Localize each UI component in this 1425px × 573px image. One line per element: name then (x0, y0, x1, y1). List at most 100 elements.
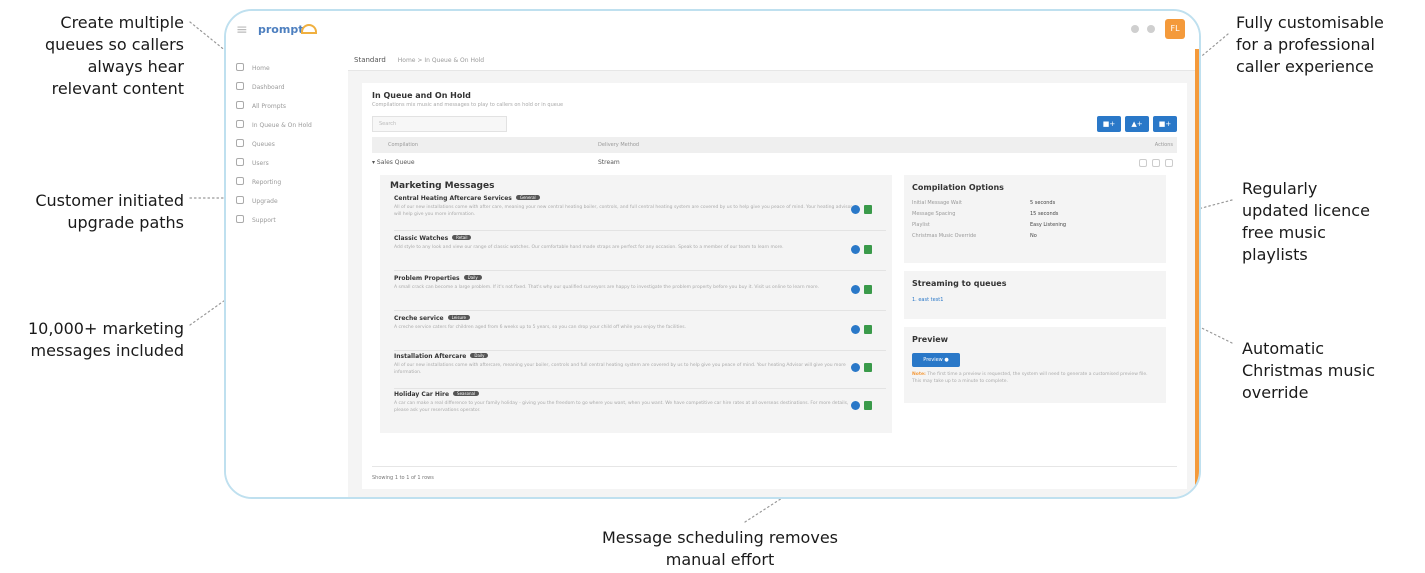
notifications-icon[interactable] (1131, 25, 1139, 33)
callout-fully-customisable: Fully customisable for a professional ca… (1236, 12, 1416, 78)
compilation-name[interactable]: ▾ Sales Queue (372, 155, 415, 171)
edit-message-icon[interactable] (851, 363, 860, 372)
edit-message-icon[interactable] (851, 401, 860, 410)
sidebar-item-in-queue[interactable]: In Queue & On Hold (236, 120, 312, 132)
sidebar-item-home[interactable]: Home (236, 63, 270, 75)
callout-line: caller experience (1236, 57, 1374, 76)
edit-message-icon[interactable] (851, 325, 860, 334)
schedule-icon[interactable] (864, 401, 872, 410)
hamburger-menu-icon[interactable]: ≡ (236, 22, 248, 38)
sidebar-item-label: Users (252, 160, 269, 167)
sidebar-item-all-prompts[interactable]: All Prompts (236, 101, 286, 113)
schedule-icon[interactable] (864, 245, 872, 254)
sidebar-item-users[interactable]: Users (236, 158, 269, 170)
app-window: ≡ prompt FL Home Dashboard All Prompts I… (224, 9, 1201, 499)
option-label: Message Spacing (912, 211, 956, 217)
callout-line: always hear (87, 57, 184, 76)
sidebar-item-support[interactable]: Support (236, 215, 276, 227)
message-description: A creche service caters for children age… (394, 325, 687, 330)
option-value[interactable]: Easy Listening (1030, 222, 1066, 228)
pagination-summary: Showing 1 to 1 of 1 rows (372, 475, 434, 481)
option-value[interactable]: No (1030, 233, 1037, 239)
support-icon (236, 215, 244, 223)
list-item: Holiday Car Hire Seasonal A car can make … (394, 391, 886, 427)
callout-upgrade-paths: Customer initiated upgrade paths (10, 190, 184, 234)
column-header-compilation[interactable]: Compilation (388, 137, 418, 153)
message-description: A car can make a real difference to your… (394, 401, 849, 413)
callout-line: messages included (30, 341, 184, 360)
search-input[interactable]: Search (372, 116, 507, 132)
sidebar-item-label: Upgrade (252, 198, 278, 205)
users-icon (236, 158, 244, 166)
avatar[interactable]: FL (1165, 19, 1185, 39)
sidebar-item-label: Reporting (252, 179, 282, 186)
preview-button[interactable]: Preview ● (912, 353, 960, 367)
message-tag: Retail (452, 235, 472, 240)
logo-sun-icon (301, 24, 318, 34)
schedule-icon[interactable] (864, 325, 872, 334)
sidebar-item-upgrade[interactable]: Upgrade (236, 196, 278, 208)
accent-edge (1195, 49, 1199, 497)
reporting-icon (236, 177, 244, 185)
top-bar: ≡ prompt FL (226, 11, 1199, 49)
add-folder-button[interactable]: ▲+ (1125, 116, 1149, 132)
schedule-icon[interactable] (864, 205, 872, 214)
logo: prompt (258, 23, 318, 36)
callout-line: 10,000+ marketing (28, 319, 184, 338)
sidebar-item-label: Support (252, 217, 276, 224)
preview-title: Preview (912, 335, 949, 344)
compilation-options-panel: Compilation Options Initial Message Wait… (904, 175, 1166, 263)
schedule-icon[interactable] (864, 285, 872, 294)
callout-line: for a professional (1236, 35, 1375, 54)
breadcrumb: Standard Home > In Queue & On Hold (348, 49, 1195, 71)
list-item: Central Heating Aftercare Services Genera… (394, 195, 886, 231)
message-title: Creche service (394, 315, 444, 322)
home-icon (236, 63, 244, 71)
table-row[interactable]: ▾ Sales Queue Stream (372, 155, 1177, 171)
settings-icon[interactable] (1165, 159, 1173, 167)
callout-line: playlists (1242, 245, 1308, 264)
stream-queue-link[interactable]: 1. east test1 (912, 297, 943, 303)
add-compilation-button[interactable]: ■+ (1097, 116, 1121, 132)
content-card: In Queue and On Hold Compilations mix mu… (362, 83, 1187, 489)
compilation-options-title: Compilation Options (912, 183, 1004, 192)
queues-icon (236, 139, 244, 147)
edit-icon[interactable] (1139, 159, 1147, 167)
sidebar-item-queues[interactable]: Queues (236, 139, 275, 151)
breadcrumb-section[interactable]: Standard (354, 56, 386, 64)
copy-icon[interactable] (1152, 159, 1160, 167)
note-label: Note: (912, 372, 926, 377)
divider (372, 466, 1177, 467)
sidebar-item-label: In Queue & On Hold (252, 122, 312, 129)
option-value[interactable]: 5 seconds (1030, 200, 1055, 206)
main-content: Standard Home > In Queue & On Hold In Qu… (348, 49, 1195, 497)
streaming-panel: Streaming to queues 1. east test1 (904, 271, 1166, 319)
sidebar-item-label: All Prompts (252, 103, 286, 110)
callout-message-scheduling: Message scheduling removes manual effort (560, 527, 880, 571)
edit-message-icon[interactable] (851, 245, 860, 254)
streaming-title: Streaming to queues (912, 279, 1007, 288)
divider (394, 310, 886, 311)
divider (394, 350, 886, 351)
sidebar-item-label: Queues (252, 141, 275, 148)
prompts-icon (236, 101, 244, 109)
column-header-actions: Actions (1154, 142, 1173, 148)
sidebar-item-label: Home (252, 65, 270, 72)
callout-line: override (1242, 383, 1309, 402)
message-title: Problem Properties (394, 275, 460, 282)
add-item-button[interactable]: ■+ (1153, 116, 1177, 132)
sidebar-item-reporting[interactable]: Reporting (236, 177, 281, 189)
breadcrumb-path[interactable]: Home > In Queue & On Hold (398, 57, 484, 64)
callout-line: Create multiple (60, 13, 184, 32)
marketing-messages-panel: Marketing Messages Central Heating After… (380, 175, 892, 433)
schedule-icon[interactable] (864, 363, 872, 372)
option-value[interactable]: 15 seconds (1030, 211, 1058, 217)
callout-line: Fully customisable (1236, 13, 1384, 32)
callout-music-playlists: Regularly updated licence free music pla… (1242, 178, 1412, 266)
sidebar-item-dashboard[interactable]: Dashboard (236, 82, 285, 94)
edit-message-icon[interactable] (851, 285, 860, 294)
edit-message-icon[interactable] (851, 205, 860, 214)
message-description: A small crack can become a large problem… (394, 285, 820, 290)
settings-icon[interactable] (1147, 25, 1155, 33)
column-header-delivery[interactable]: Delivery Method (598, 137, 639, 153)
